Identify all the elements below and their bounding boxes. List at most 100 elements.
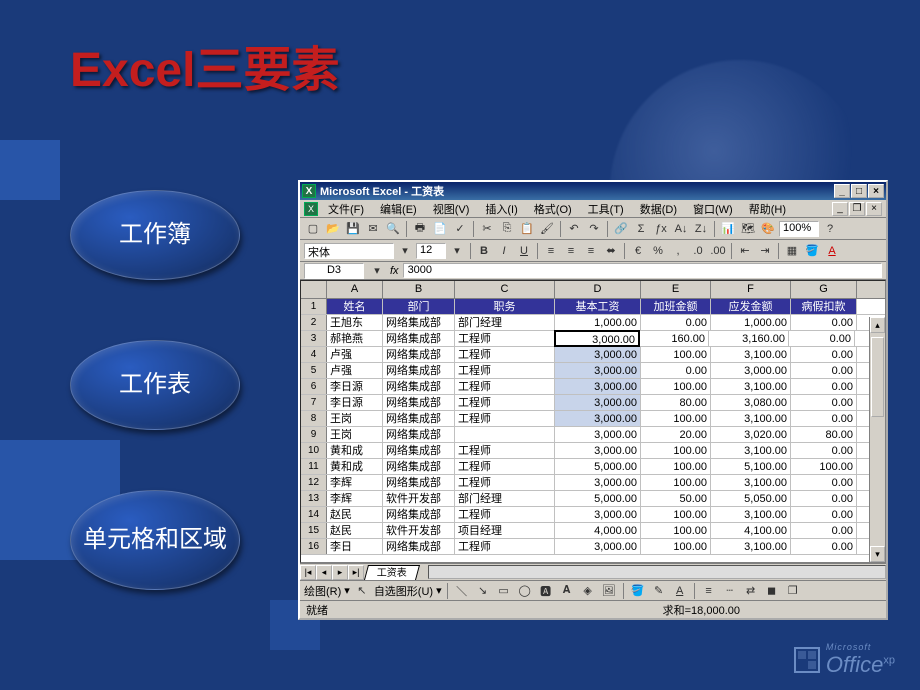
header-cell[interactable]: 应发金额 — [711, 299, 791, 314]
cell[interactable]: 5,050.00 — [711, 491, 791, 506]
cell[interactable]: 50.00 — [641, 491, 711, 506]
cell[interactable]: 工程师 — [455, 331, 555, 346]
cell[interactable]: 0.00 — [789, 331, 855, 346]
col-header-d[interactable]: D — [555, 281, 641, 298]
line-style-icon[interactable]: ≡ — [700, 582, 718, 600]
cell[interactable]: 3,100.00 — [711, 347, 791, 362]
minimize-button[interactable]: _ — [834, 184, 850, 198]
scroll-up-icon[interactable]: ▴ — [870, 317, 885, 333]
cell[interactable]: 0.00 — [791, 491, 857, 506]
preview-icon[interactable]: 📄 — [431, 220, 449, 238]
horizontal-scrollbar[interactable] — [428, 565, 886, 579]
row-header[interactable]: 12 — [301, 475, 327, 490]
autoshapes-menu[interactable]: 自选图形(U) — [374, 583, 433, 599]
cell[interactable]: 网络集成部 — [383, 475, 455, 490]
row-header[interactable]: 13 — [301, 491, 327, 506]
cell[interactable]: 3,100.00 — [711, 443, 791, 458]
cell[interactable]: 100.00 — [641, 379, 711, 394]
dec-decimal-icon[interactable]: .00 — [709, 242, 727, 260]
col-header-e[interactable]: E — [641, 281, 711, 298]
cell[interactable]: 工程师 — [455, 507, 555, 522]
cell[interactable]: 100.00 — [641, 523, 711, 538]
cell[interactable]: 网络集成部 — [383, 315, 455, 330]
vertical-scrollbar[interactable]: ▴ ▾ — [869, 317, 885, 562]
cell[interactable]: 3,000.00 — [555, 443, 641, 458]
header-cell[interactable]: 姓名 — [327, 299, 383, 314]
spell-icon[interactable]: ✓ — [451, 220, 469, 238]
cell[interactable]: 3,100.00 — [711, 379, 791, 394]
cell[interactable]: 赵民 — [327, 507, 383, 522]
cell[interactable]: 网络集成部 — [383, 507, 455, 522]
name-box[interactable]: D3 — [304, 263, 364, 279]
cell[interactable]: 100.00 — [641, 539, 711, 554]
cell[interactable]: 5,100.00 — [711, 459, 791, 474]
font-color-icon[interactable]: A — [823, 242, 841, 260]
row-header[interactable]: 1 — [301, 299, 327, 314]
cell[interactable]: 工程师 — [455, 379, 555, 394]
cell[interactable]: 部门经理 — [455, 491, 555, 506]
cell[interactable]: 0.00 — [641, 363, 711, 378]
cell[interactable]: 3,000.00 — [554, 330, 640, 347]
cell[interactable]: 0.00 — [791, 379, 857, 394]
scroll-down-icon[interactable]: ▾ — [870, 546, 885, 562]
diagram-icon[interactable]: ◈ — [579, 582, 597, 600]
copy-icon[interactable]: ⎘ — [498, 220, 516, 238]
draw-menu[interactable]: 绘图(R) — [304, 583, 341, 599]
comma-icon[interactable]: , — [669, 242, 687, 260]
currency-icon[interactable]: € — [629, 242, 647, 260]
table-row[interactable]: 4卢强网络集成部工程师3,000.00100.003,100.000.00 — [301, 347, 885, 363]
cell[interactable]: 3,000.00 — [555, 411, 641, 426]
cell[interactable]: 网络集成部 — [383, 443, 455, 458]
doc-restore-button[interactable]: ❐ — [849, 202, 865, 216]
cell[interactable]: 100.00 — [641, 459, 711, 474]
table-row[interactable]: 12李辉网络集成部工程师3,000.00100.003,100.000.00 — [301, 475, 885, 491]
titlebar[interactable]: X Microsoft Excel - 工资表 _ □ × — [300, 182, 886, 200]
cell[interactable]: 0.00 — [791, 363, 857, 378]
cell[interactable]: 黄和成 — [327, 443, 383, 458]
header-cell[interactable]: 职务 — [455, 299, 555, 314]
cell[interactable]: 李辉 — [327, 475, 383, 490]
font-box[interactable]: 宋体 — [304, 243, 394, 259]
line-color-icon[interactable]: ✎ — [650, 582, 668, 600]
merge-icon[interactable]: ⬌ — [602, 242, 620, 260]
table-row[interactable]: 14赵民网络集成部工程师3,000.00100.003,100.000.00 — [301, 507, 885, 523]
name-dropdown-icon[interactable]: ▾ — [368, 262, 386, 280]
table-row[interactable]: 8王岗网络集成部工程师3,000.00100.003,100.000.00 — [301, 411, 885, 427]
header-row[interactable]: 1姓名部门职务基本工资加班金额应发金额病假扣款 — [301, 299, 885, 315]
cell[interactable] — [455, 427, 555, 442]
tab-last-icon[interactable]: ▸| — [348, 565, 364, 580]
size-box[interactable]: 12 — [416, 243, 446, 259]
inc-indent-icon[interactable]: ⇥ — [756, 242, 774, 260]
cell[interactable]: 软件开发部 — [383, 491, 455, 506]
table-row[interactable]: 9王岗网络集成部3,000.0020.003,020.0080.00 — [301, 427, 885, 443]
table-row[interactable]: 10黄和成网络集成部工程师3,000.00100.003,100.000.00 — [301, 443, 885, 459]
autosum-icon[interactable]: Σ — [632, 220, 650, 238]
cell[interactable]: 4,100.00 — [711, 523, 791, 538]
map-icon[interactable]: 🗺 — [739, 220, 757, 238]
cell[interactable]: 100.00 — [641, 443, 711, 458]
oval-icon[interactable]: ◯ — [516, 582, 534, 600]
cell[interactable]: 3,020.00 — [711, 427, 791, 442]
row-header[interactable]: 2 — [301, 315, 327, 330]
drawing-icon[interactable]: 🎨 — [759, 220, 777, 238]
cell[interactable]: 160.00 — [639, 331, 709, 346]
cell[interactable]: 赵民 — [327, 523, 383, 538]
sort-desc-icon[interactable]: Z↓ — [692, 220, 710, 238]
bold-icon[interactable]: B — [475, 242, 493, 260]
arrow-icon[interactable]: ↘ — [474, 582, 492, 600]
cell[interactable]: 3,100.00 — [711, 475, 791, 490]
print-icon[interactable]: 🖶 — [411, 220, 429, 238]
cell[interactable]: 卢强 — [327, 347, 383, 362]
col-header-b[interactable]: B — [383, 281, 455, 298]
menu-tools[interactable]: 工具(T) — [582, 200, 630, 218]
header-cell[interactable]: 病假扣款 — [791, 299, 857, 314]
cell[interactable]: 0.00 — [791, 475, 857, 490]
percent-icon[interactable]: % — [649, 242, 667, 260]
paste-icon[interactable]: 📋 — [518, 220, 536, 238]
maximize-button[interactable]: □ — [851, 184, 867, 198]
cell[interactable]: 1,000.00 — [555, 315, 641, 330]
format-painter-icon[interactable]: 🖌 — [538, 220, 556, 238]
font-color2-icon[interactable]: A — [671, 582, 689, 600]
cell[interactable]: 100.00 — [641, 507, 711, 522]
cell[interactable]: 网络集成部 — [383, 427, 455, 442]
